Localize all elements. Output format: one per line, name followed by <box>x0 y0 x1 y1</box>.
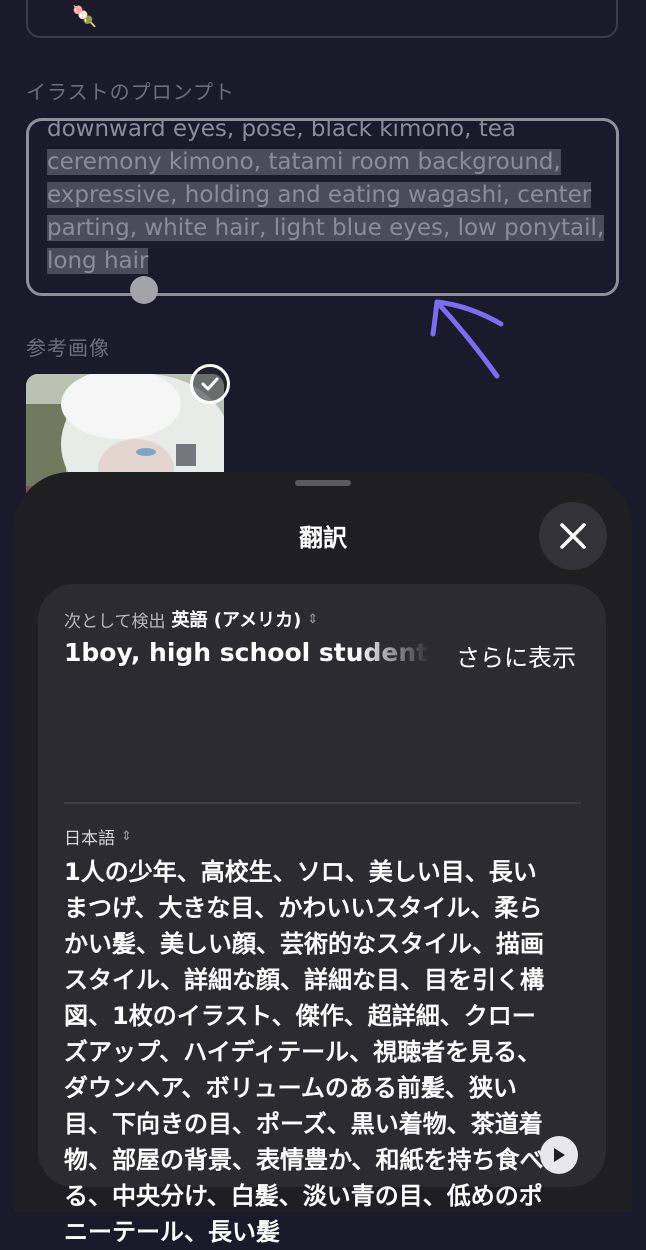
prompt-text-partial-line: downward eyes, pose, black kimono, tea <box>47 118 516 142</box>
selected-check-badge[interactable] <box>190 364 230 404</box>
detected-as-label: 次として検出 <box>64 611 166 632</box>
play-audio-button[interactable] <box>540 1136 578 1174</box>
translation-card: 次として検出 英語 (アメリカ) ⇕ 1boy, high school stu… <box>38 584 606 1246</box>
check-icon <box>201 377 219 391</box>
source-language-selector[interactable]: 次として検出 英語 (アメリカ) ⇕ <box>64 606 318 632</box>
play-icon <box>554 1148 565 1162</box>
chevron-updown-icon: ⇕ <box>307 611 319 627</box>
sheet-grabber[interactable] <box>295 480 351 486</box>
show-more-button[interactable]: さらに表示 <box>456 638 576 673</box>
prompt-section-label: イラストのプロンプト <box>26 80 235 104</box>
prompt-text-selection: ceremony kimono, tatami room background,… <box>47 149 605 274</box>
illustration-prompt-textarea[interactable]: downward eyes, pose, black kimono, tea c… <box>26 118 619 296</box>
close-icon <box>560 523 586 549</box>
dango-emoji: 🍡 <box>72 4 97 28</box>
translation-sheet: 翻訳 次として検出 英語 (アメリカ) ⇕ 1boy, high school … <box>14 472 632 1246</box>
source-language: 英語 (アメリカ) <box>171 610 302 631</box>
chevron-updown-icon: ⇕ <box>121 829 132 844</box>
close-button[interactable] <box>539 502 607 570</box>
reference-image-label: 参考画像 <box>26 336 110 360</box>
translated-text: 1人の少年、高校生、ソロ、美しい目、長いまつげ、大きな目、かわいいスタイル、柔ら… <box>64 858 544 1246</box>
target-language: 日本語 <box>64 829 115 849</box>
selection-handle[interactable] <box>130 276 158 304</box>
previous-input-field[interactable]: 🍡 <box>26 0 618 38</box>
divider <box>64 802 581 804</box>
source-text: 1boy, high school student, solo, beautif… <box>64 638 430 667</box>
hand-drawn-arrow-annotation <box>430 299 504 379</box>
target-language-selector[interactable]: 日本語 ⇕ <box>64 824 132 849</box>
prompt-text: downward eyes, pose, black kimono, tea c… <box>47 118 607 278</box>
